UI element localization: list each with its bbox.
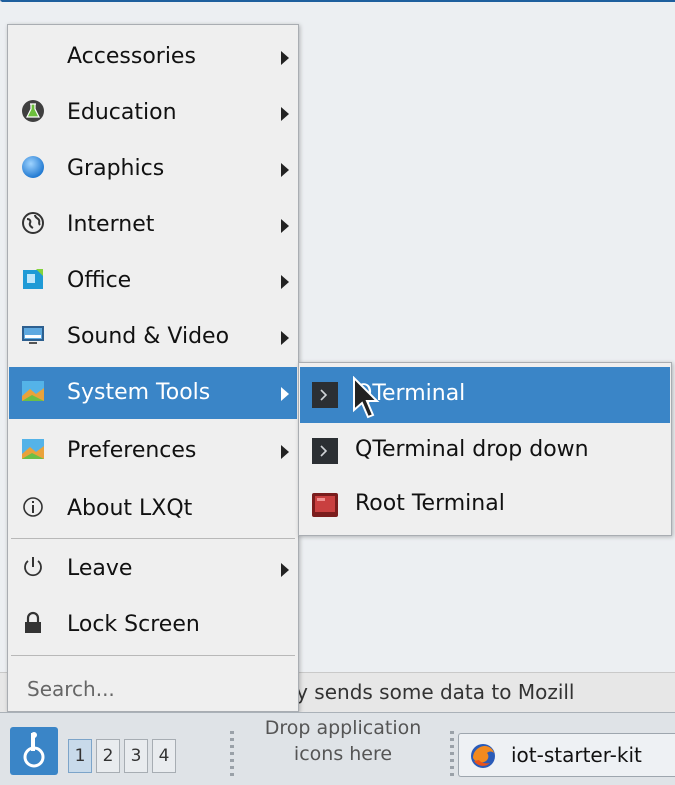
submenu-arrow-icon [281, 445, 289, 459]
submenu-item-label: Root Terminal [355, 491, 505, 516]
menu-item-label: Preferences [67, 438, 197, 463]
submenu-arrow-icon [281, 275, 289, 289]
menu-item-accessories[interactable]: Accessories [9, 31, 297, 83]
submenu-arrow-icon [281, 51, 289, 65]
submenu-arrow-icon [281, 163, 289, 177]
monitor-icon [21, 323, 45, 347]
desktop-switch-1[interactable]: 1 [68, 739, 92, 773]
menu-item-office[interactable]: Office [9, 255, 297, 307]
flask-icon [21, 99, 45, 123]
menu-item-label: About LXQt [67, 496, 193, 521]
submenu-arrow-icon [281, 563, 289, 577]
menu-item-label: System Tools [67, 380, 211, 405]
menu-item-label: Lock Screen [67, 612, 200, 637]
menu-item-graphics[interactable]: Graphics [9, 143, 297, 195]
submenu-item-qterminal-drop-down[interactable]: QTerminal drop down [300, 423, 670, 479]
power-icon [21, 555, 45, 579]
application-menu: Accessories Education Graphics Internet … [7, 24, 299, 712]
desktop-switch-2[interactable]: 2 [96, 739, 120, 773]
menu-item-label: Graphics [67, 156, 165, 181]
menu-item-label: Internet [67, 212, 155, 237]
submenu-arrow-icon [281, 219, 289, 233]
desktop-switch-3[interactable]: 3 [124, 739, 148, 773]
panel-grip[interactable] [230, 731, 234, 777]
menu-item-label: Office [67, 268, 132, 293]
menu-item-label: Leave [67, 556, 133, 581]
submenu-arrow-icon [281, 387, 289, 401]
globe-icon [21, 211, 45, 235]
menu-item-label: Sound & Video [67, 324, 230, 349]
landscape-icon [21, 437, 45, 461]
task-label: iot-starter-kit [511, 743, 642, 767]
blue-circle-icon [21, 155, 45, 179]
start-menu-button[interactable] [10, 727, 58, 775]
taskbar-window-button[interactable]: iot-starter-kit [458, 733, 675, 777]
menu-item-label: Education [67, 100, 177, 125]
mouse-cursor-icon [353, 376, 380, 419]
lxqt-logo-icon [23, 732, 45, 768]
menu-separator [11, 538, 295, 539]
search-placeholder: Search... [27, 677, 115, 701]
menu-item-education[interactable]: Education [9, 87, 297, 139]
terminal-icon [312, 438, 338, 464]
submenu-arrow-icon [281, 331, 289, 345]
panel-grip[interactable] [450, 731, 454, 777]
submenu-item-root-terminal[interactable]: Root Terminal [300, 477, 670, 533]
firefox-icon [469, 742, 497, 770]
menu-item-lock-screen[interactable]: Lock Screen [9, 599, 297, 651]
menu-item-system-tools[interactable]: System Tools [9, 367, 297, 419]
root-terminal-icon [312, 492, 338, 518]
drop-hint-line1: Drop application [264, 717, 422, 739]
notification-text: lly sends some data to Mozill [285, 680, 575, 704]
menu-item-sound-video[interactable]: Sound & Video [9, 311, 297, 363]
submenu-arrow-icon [281, 107, 289, 121]
terminal-icon [312, 382, 338, 408]
submenu-item-label: QTerminal drop down [355, 437, 589, 462]
lock-icon [21, 611, 45, 635]
menu-separator [11, 655, 295, 656]
menu-item-internet[interactable]: Internet [9, 199, 297, 251]
search-input[interactable]: Search... [9, 667, 297, 711]
menu-item-about-lxqt[interactable]: About LXQt [9, 483, 297, 535]
quicklaunch-drop-area[interactable]: Drop application icons here [238, 715, 448, 785]
menu-item-label: Accessories [67, 44, 196, 69]
taskbar: 1 2 3 4 Drop application icons here iot-… [0, 712, 675, 785]
desktop-switch-4[interactable]: 4 [152, 739, 176, 773]
landscape-icon [21, 379, 45, 403]
info-icon [21, 495, 45, 519]
menu-item-leave[interactable]: Leave [9, 543, 297, 595]
document-icon [21, 267, 45, 291]
drop-hint-line2: icons here [293, 743, 393, 765]
menu-item-preferences[interactable]: Preferences [9, 425, 297, 477]
